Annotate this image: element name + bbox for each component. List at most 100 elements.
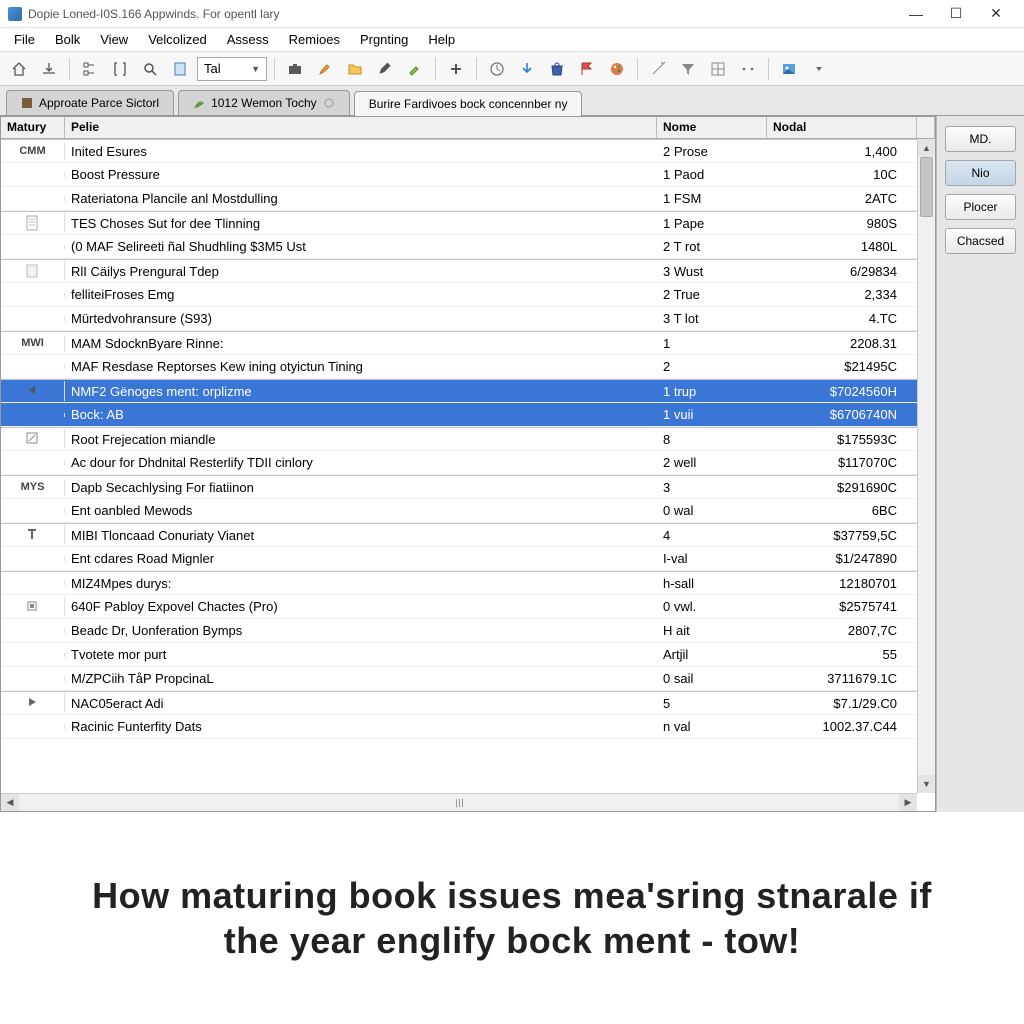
- column-header-matury[interactable]: Matury: [1, 117, 65, 138]
- toolbar-bracket-icon[interactable]: [107, 56, 133, 82]
- toolbar-page-icon[interactable]: [167, 56, 193, 82]
- scroll-down-icon[interactable]: ▼: [918, 775, 935, 793]
- sidebtn-nio[interactable]: Nio: [945, 160, 1016, 186]
- matury-label: CMM: [19, 145, 45, 157]
- menu-help[interactable]: Help: [418, 29, 465, 50]
- table-row[interactable]: felliteiFroses Emg2 True2,334: [1, 283, 917, 307]
- cell-nodal: 2ATC: [767, 189, 917, 208]
- table-row[interactable]: TES Choses Sut for dee Tlinning1 Pape980…: [1, 211, 917, 235]
- cell-matury: [1, 365, 65, 369]
- cell-nodal: 12180701: [767, 574, 917, 593]
- table-row[interactable]: Rateriatona Plancile anl Mostdulling1 FS…: [1, 187, 917, 211]
- cell-nodal: $21495C: [767, 357, 917, 376]
- toolbar-home-icon[interactable]: [6, 56, 32, 82]
- table-row[interactable]: MIBI Tloncaad Conuriaty Vianet4$37759,5C: [1, 523, 917, 547]
- table-row[interactable]: (0 MAF Selireeti ñal Shudhling $3M5 Ust2…: [1, 235, 917, 259]
- table-row[interactable]: Ent cdares Road MignlerI-val$1/247890: [1, 547, 917, 571]
- menu-prgnting[interactable]: Prgnting: [350, 29, 418, 50]
- toolbar-clock-icon[interactable]: [484, 56, 510, 82]
- toolbar-download-icon[interactable]: [514, 56, 540, 82]
- close-button[interactable]: ✕: [976, 2, 1016, 26]
- table-row[interactable]: MYSDapb Secachlysing For fiatiinon3$2916…: [1, 475, 917, 499]
- column-header-nodal[interactable]: Nodal: [767, 117, 917, 138]
- tab-burire[interactable]: Burire Fardivoes bock concennber ny: [354, 91, 583, 116]
- toolbar-briefcase-icon[interactable]: [282, 56, 308, 82]
- cell-nome: Artjil: [657, 645, 767, 664]
- scroll-thumb[interactable]: [920, 157, 933, 217]
- toolbar-search-icon[interactable]: [137, 56, 163, 82]
- toolbar-pencil-icon[interactable]: [372, 56, 398, 82]
- toolbar-more-icon[interactable]: [735, 56, 761, 82]
- sidebtn-plocer[interactable]: Plocer: [945, 194, 1016, 220]
- horizontal-scrollbar[interactable]: ◀ ▶: [1, 793, 917, 811]
- cell-pelie: Mürtedvohransure (S93): [65, 309, 657, 328]
- table-row[interactable]: MAF Resdase Reptorses Kew ining otyictun…: [1, 355, 917, 379]
- play-icon: [25, 695, 41, 711]
- toolbar-folder-icon[interactable]: [342, 56, 368, 82]
- table-row[interactable]: Mürtedvohransure (S93)3 T lot4.TC: [1, 307, 917, 331]
- menu-file[interactable]: File: [4, 29, 45, 50]
- table-row[interactable]: Racinic Funterfity Datsn val1002.37.C44: [1, 715, 917, 739]
- sidebtn-md[interactable]: MD.: [945, 126, 1016, 152]
- scroll-right-icon[interactable]: ▶: [899, 794, 917, 811]
- menu-remioes[interactable]: Remioes: [279, 29, 350, 50]
- scroll-left-icon[interactable]: ◀: [1, 794, 19, 811]
- menu-assess[interactable]: Assess: [217, 29, 279, 50]
- table-row[interactable]: Tvotete mor purtArtjil55: [1, 643, 917, 667]
- sidebtn-chacsed[interactable]: Chacsed: [945, 228, 1016, 254]
- column-header-pelie[interactable]: Pelie: [65, 117, 657, 138]
- table-row[interactable]: RlI Cäilys Prengural Tdep3 Wust6/29834: [1, 259, 917, 283]
- table-row[interactable]: Beadc Dr, Uonferation BympsH ait2807,7C: [1, 619, 917, 643]
- table-row[interactable]: NAC05eract Adi5$7.1/29.C0: [1, 691, 917, 715]
- cell-pelie: Racinic Funterfity Dats: [65, 717, 657, 736]
- vertical-scrollbar[interactable]: ▲ ▼: [917, 139, 935, 793]
- table-row[interactable]: 640F Pabloy Expovel Chactes (Pro)0 vwl.$…: [1, 595, 917, 619]
- cell-pelie: NMF2 Gënoges ment: orplizme: [65, 382, 657, 401]
- cell-nodal: 980S: [767, 214, 917, 233]
- cell-matury: [1, 597, 65, 617]
- cell-matury: [1, 317, 65, 321]
- table-row[interactable]: CMMInited Esures2 Prose1,400: [1, 139, 917, 163]
- menu-bolk[interactable]: Bolk: [45, 29, 90, 50]
- cell-matury: [1, 293, 65, 297]
- menu-view[interactable]: View: [90, 29, 138, 50]
- table-row[interactable]: Ac dour for Dhdnital Resterlify TDII cin…: [1, 451, 917, 475]
- scroll-up-icon[interactable]: ▲: [918, 139, 935, 157]
- toolbar-tal-combo[interactable]: Tal ▼: [197, 57, 267, 81]
- cell-nodal: 3711679.1C: [767, 669, 917, 688]
- tab-approate[interactable]: Approate Parce Sictorl: [6, 90, 174, 115]
- tab-label: 1012 Wemon Tochy: [211, 96, 317, 110]
- table-row[interactable]: NMF2 Gënoges ment: orplizme1 trup$702456…: [1, 379, 917, 403]
- table-row[interactable]: Boost Pressure1 Paod10C: [1, 163, 917, 187]
- maximize-button[interactable]: ☐: [936, 2, 976, 26]
- table-row[interactable]: Ent oanbled Mewods0 wal6BC: [1, 499, 917, 523]
- minimize-button[interactable]: —: [896, 2, 936, 26]
- note-icon: [25, 431, 41, 447]
- cell-nodal: 2807,7C: [767, 621, 917, 640]
- column-header-nome[interactable]: Nome: [657, 117, 767, 138]
- hscroll-grip-icon[interactable]: [447, 797, 471, 808]
- toolbar-tree-icon[interactable]: [77, 56, 103, 82]
- table-row[interactable]: Bock: AB1 vuii$6706740N: [1, 403, 917, 427]
- cell-pelie: Ac dour for Dhdnital Resterlify TDII cin…: [65, 453, 657, 472]
- toolbar-flag-icon[interactable]: [574, 56, 600, 82]
- table-row[interactable]: M/ZPCiih TåP PropcinaL0 sail3711679.1C: [1, 667, 917, 691]
- cell-pelie: Rateriatona Plancile anl Mostdulling: [65, 189, 657, 208]
- toolbar-image-icon[interactable]: [776, 56, 802, 82]
- toolbar-brush-icon[interactable]: [312, 56, 338, 82]
- table-row[interactable]: Root Frejecation miandle8$175593C: [1, 427, 917, 451]
- menu-velcolized[interactable]: Velcolized: [138, 29, 217, 50]
- toolbar-import-icon[interactable]: [36, 56, 62, 82]
- table-row[interactable]: MIZ4Mpes durys:h-sall12180701: [1, 571, 917, 595]
- toolbar-filter-icon[interactable]: [675, 56, 701, 82]
- toolbar-add-icon[interactable]: [443, 56, 469, 82]
- toolbar-highlighter-icon[interactable]: [402, 56, 428, 82]
- tab-wemon[interactable]: 1012 Wemon Tochy: [178, 90, 350, 115]
- toolbar-grid-icon[interactable]: [705, 56, 731, 82]
- toolbar-wand-icon[interactable]: [645, 56, 671, 82]
- toolbar-bag-icon[interactable]: [544, 56, 570, 82]
- toolbar-image-dropdown-icon[interactable]: [806, 56, 832, 82]
- table-row[interactable]: MWIMAM SdocknByare Rinne:12208.31: [1, 331, 917, 355]
- cell-pelie: Inited Esures: [65, 142, 657, 161]
- toolbar-palette-icon[interactable]: [604, 56, 630, 82]
